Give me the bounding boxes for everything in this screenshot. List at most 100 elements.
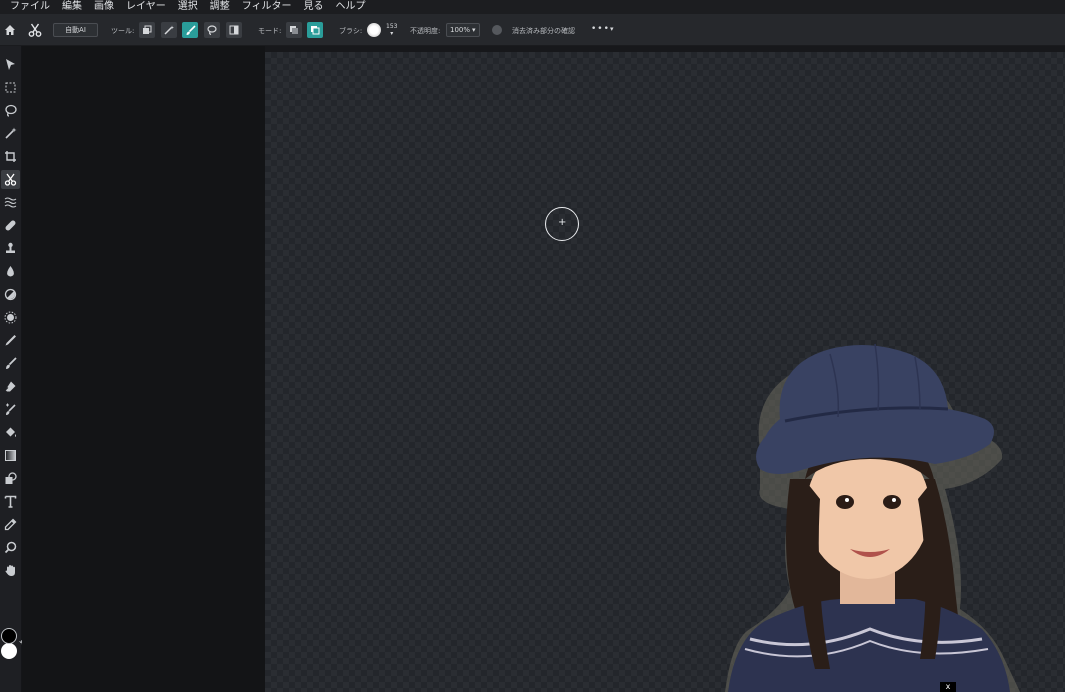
- tool-gradient-button[interactable]: [226, 22, 242, 38]
- brush-icon: [186, 24, 196, 35]
- cutout-tool-indicator: [26, 21, 44, 39]
- paint-bucket-icon: [6, 427, 16, 437]
- sponge-tool[interactable]: [1, 308, 20, 327]
- menu-view[interactable]: 見る: [304, 0, 324, 14]
- toggle-knob: [492, 25, 502, 35]
- dodge-burn-tool[interactable]: [1, 285, 20, 304]
- tool-lasso-button[interactable]: [204, 22, 220, 38]
- menu-layer[interactable]: レイヤー: [126, 0, 166, 14]
- mode-add-icon: [290, 26, 298, 34]
- brush-cursor: [545, 207, 579, 241]
- brush-plus-icon: [6, 403, 16, 415]
- show-removed-toggle[interactable]: [492, 25, 502, 35]
- brush-label: ブラシ:: [339, 27, 363, 35]
- scissors-icon: [4, 173, 17, 186]
- move-tool[interactable]: [1, 55, 20, 74]
- liquify-tool[interactable]: [1, 193, 20, 212]
- magic-wand-icon: [5, 127, 17, 139]
- options-bar: 自動AI ツール: モード: ブラシ: 153 ▾ 不透明度: 100% ▾ 消…: [0, 14, 1065, 46]
- lasso-icon: [5, 104, 17, 117]
- blur-tool[interactable]: [1, 262, 20, 281]
- menu-file[interactable]: ファイル: [10, 0, 50, 14]
- text-tool[interactable]: [1, 492, 20, 511]
- cutout-subject-image: [725, 343, 1020, 692]
- show-removed-label: 消去済み部分の確認: [512, 27, 575, 35]
- scissors-icon: [28, 23, 42, 37]
- close-overlay-button[interactable]: x: [940, 682, 956, 692]
- menu-select[interactable]: 選択: [178, 0, 198, 14]
- pencil-icon: [5, 335, 16, 346]
- menu-bar: ファイル 編集 画像 レイヤー 選択 調整 フィルター 見る ヘルプ: [0, 0, 1065, 14]
- gradient-icon: [5, 450, 16, 461]
- cutout-tool[interactable]: [1, 170, 20, 189]
- crop-icon: [5, 151, 16, 162]
- left-toolbar: ⟲: [0, 46, 26, 692]
- hand-icon: [5, 565, 15, 576]
- lasso-tool[interactable]: [1, 101, 20, 120]
- image-canvas[interactable]: x: [265, 52, 1065, 692]
- home-icon: [5, 25, 15, 35]
- more-options-button[interactable]: ••• ▾: [591, 24, 614, 34]
- menu-image[interactable]: 画像: [94, 0, 114, 14]
- stamp-icon: [143, 25, 152, 34]
- gradient-icon: [229, 25, 239, 35]
- crop-tool[interactable]: [1, 147, 20, 166]
- sun-icon: [4, 311, 17, 324]
- chevron-down-icon: ▾: [609, 25, 615, 33]
- eyedropper-tool[interactable]: [1, 515, 20, 534]
- magic-wand-tool[interactable]: [1, 124, 20, 143]
- photo-editor-app: ファイル 編集 画像 レイヤー 選択 調整 フィルター 見る ヘルプ 自動AI …: [0, 0, 1065, 692]
- tool-magic-wand-button[interactable]: [161, 22, 177, 38]
- opacity-value: 100%: [450, 26, 471, 34]
- eraser-tool[interactable]: [1, 377, 20, 396]
- menu-filter[interactable]: フィルター: [242, 0, 292, 14]
- hand-tool[interactable]: [1, 561, 20, 580]
- home-button[interactable]: [2, 22, 18, 38]
- chevron-down-icon: ▾: [472, 26, 476, 34]
- text-icon: [4, 495, 17, 508]
- marquee-tool[interactable]: [1, 78, 20, 97]
- pencil-tool[interactable]: [1, 331, 20, 350]
- opacity-select[interactable]: 100% ▾: [446, 23, 480, 37]
- zoom-tool[interactable]: [1, 538, 20, 557]
- lasso-icon: [207, 25, 217, 35]
- bandage-icon: [5, 220, 16, 231]
- background-color-swatch[interactable]: [1, 643, 17, 659]
- wave-icon: [4, 197, 17, 208]
- drop-icon: [7, 266, 14, 277]
- eraser-icon: [5, 381, 16, 392]
- brush-preview[interactable]: [367, 23, 381, 37]
- foreground-color-swatch[interactable]: [1, 628, 17, 644]
- stamp-icon: [6, 242, 15, 253]
- brush-tool[interactable]: [1, 354, 20, 373]
- tool-brush-button[interactable]: [182, 22, 198, 38]
- brush-size-control[interactable]: 153 ▾: [386, 23, 397, 37]
- mode-subtract-icon: [311, 26, 320, 35]
- paint-bucket-tool[interactable]: [1, 423, 20, 442]
- healing-tool[interactable]: [1, 216, 20, 235]
- menu-help[interactable]: ヘルプ: [336, 0, 366, 14]
- clone-stamp-tool[interactable]: [1, 239, 20, 258]
- brush-size-value: 153: [386, 23, 398, 30]
- auto-ai-button[interactable]: 自動AI: [53, 23, 98, 37]
- mode-add-button[interactable]: [286, 22, 302, 38]
- tool-stamp-button[interactable]: [139, 22, 155, 38]
- brush-icon: [6, 357, 17, 369]
- mode-subtract-button[interactable]: [307, 22, 323, 38]
- shapes-icon: [5, 472, 17, 484]
- menu-adjust[interactable]: 調整: [210, 0, 230, 14]
- magic-wand-icon: [164, 25, 174, 35]
- mode-label: モード:: [258, 27, 282, 35]
- gradient-tool[interactable]: [1, 446, 20, 465]
- half-circle-icon: [4, 288, 17, 301]
- chevron-down-icon: ▾: [390, 30, 394, 37]
- opacity-label: 不透明度:: [410, 27, 441, 35]
- brush-preview-swatch: [367, 23, 381, 37]
- menu-edit[interactable]: 編集: [62, 0, 82, 14]
- color-replace-tool[interactable]: [1, 400, 20, 419]
- arrow-pointer-icon: [6, 59, 15, 70]
- shape-tool[interactable]: [1, 469, 20, 488]
- magnifier-icon: [4, 541, 17, 554]
- marquee-icon: [5, 82, 16, 93]
- eyedropper-icon: [4, 518, 17, 531]
